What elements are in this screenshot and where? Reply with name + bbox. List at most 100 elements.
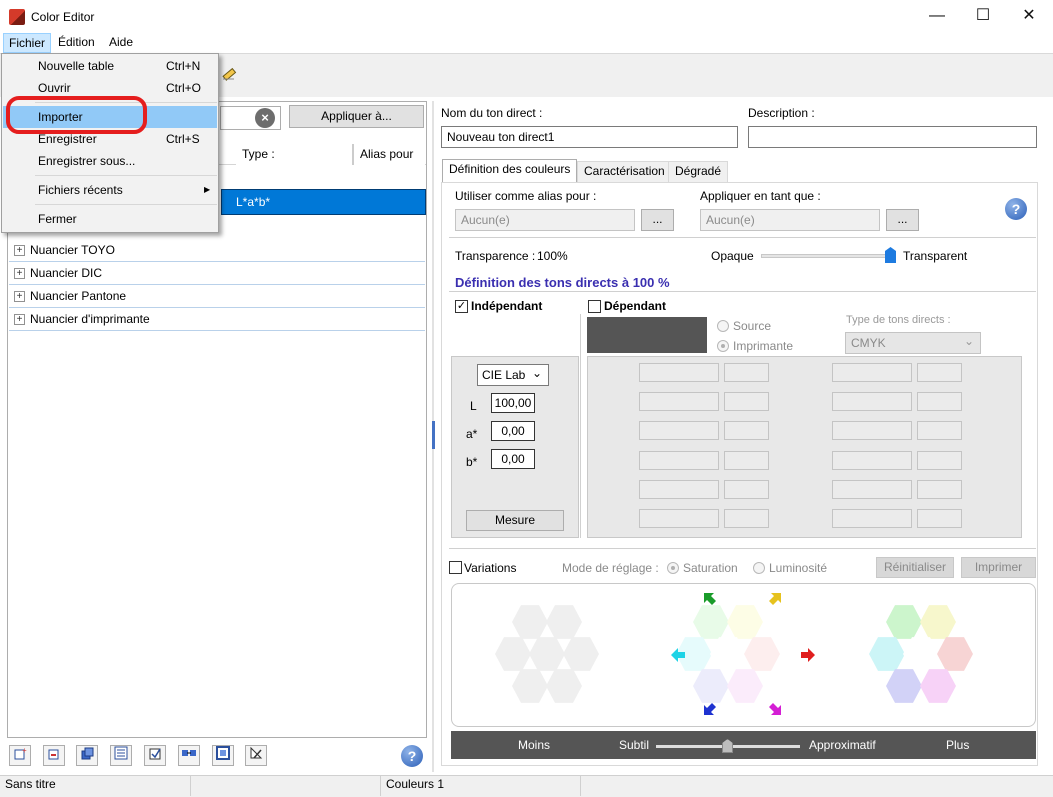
luminosity-radio[interactable]	[753, 562, 765, 574]
tree-item-pantone[interactable]: + Nuancier Pantone	[9, 285, 425, 308]
printer-radio[interactable]	[717, 340, 729, 352]
tab-gradient[interactable]: Dégradé	[668, 161, 729, 182]
menu-item-close[interactable]: Fermer	[3, 208, 217, 230]
source-label: Source	[733, 319, 772, 333]
saturation-radio[interactable]	[667, 562, 679, 574]
duplicate-icon[interactable]	[76, 745, 98, 766]
print-button[interactable]: Imprimer	[961, 557, 1036, 578]
edit-icon[interactable]	[245, 745, 267, 766]
list-view-icon[interactable]	[110, 745, 132, 766]
selected-color-row[interactable]: L*a*b*	[221, 189, 426, 215]
color-swatch	[587, 317, 707, 353]
variations-checkbox[interactable]	[449, 561, 462, 574]
menu-separator	[35, 204, 217, 205]
menu-item-new-table[interactable]: Nouvelle table Ctrl+N	[3, 55, 217, 77]
menu-item-save-as[interactable]: Enregistrer sous...	[3, 150, 217, 172]
submenu-arrow-icon: ▶	[204, 185, 211, 194]
dependent-checkbox[interactable]	[588, 300, 601, 313]
approx-label: Approximatif	[809, 738, 876, 752]
b-input[interactable]: 0,00	[491, 449, 535, 469]
magenta-arrow-icon	[769, 703, 781, 715]
close-button[interactable]: ✕	[1006, 0, 1052, 32]
yellow-arrow-icon	[769, 593, 781, 605]
pencil-icon[interactable]	[221, 63, 239, 81]
a-label: a*	[466, 427, 478, 441]
expand-icon[interactable]: +	[14, 291, 25, 302]
add-color-icon[interactable]: +	[9, 745, 31, 766]
frame-icon[interactable]	[212, 745, 234, 766]
menu-edition[interactable]: Édition	[53, 33, 100, 53]
status-empty	[191, 776, 381, 796]
tab-color-definition[interactable]: Définition des couleurs	[442, 159, 578, 183]
tree-item-toyo[interactable]: + Nuancier TOYO	[9, 239, 425, 262]
red-arrow-icon	[801, 648, 815, 662]
alias-select[interactable]: Aucun(e)	[455, 209, 635, 231]
variations-label: Variations	[464, 561, 517, 575]
tree-item-label: Nuancier Pantone	[30, 289, 127, 303]
blue-arrow-icon	[704, 703, 716, 715]
splitter-handle-icon[interactable]	[432, 421, 435, 449]
b-label: b*	[466, 455, 478, 469]
source-radio[interactable]	[717, 320, 729, 332]
tree-item-printer[interactable]: + Nuancier d'imprimante	[9, 308, 425, 331]
minimize-button[interactable]: —	[914, 0, 960, 32]
fine-label: Subtil	[619, 738, 650, 752]
apply-to-button[interactable]: Appliquer à...	[289, 105, 424, 128]
spot-type-label: Type de tons directs :	[846, 314, 951, 326]
menu-bar	[0, 33, 1053, 53]
mode-label: Mode de réglage :	[562, 561, 659, 575]
column-alias[interactable]: Alias pour	[353, 144, 425, 165]
status-count: Couleurs 1	[381, 776, 581, 796]
expand-icon[interactable]: +	[14, 245, 25, 256]
green-arrow-icon	[704, 593, 716, 605]
variation-slider[interactable]	[656, 739, 800, 753]
divider	[449, 237, 1036, 238]
color-space-select[interactable]: CIE Lab ⌄	[477, 364, 549, 386]
description-input[interactable]	[748, 126, 1037, 148]
expand-icon[interactable]: +	[14, 314, 25, 325]
tab-characterization[interactable]: Caractérisation	[577, 161, 672, 182]
window-title: Color Editor	[31, 10, 95, 24]
expand-icon[interactable]: +	[14, 268, 25, 279]
l-input[interactable]: 100,00	[491, 393, 535, 413]
menu-aide[interactable]: Aide	[104, 33, 138, 53]
measure-button[interactable]: Mesure	[466, 510, 564, 531]
column-type[interactable]: Type :	[236, 144, 353, 165]
menu-separator	[35, 175, 217, 176]
delete-color-icon[interactable]	[43, 745, 65, 766]
apply-as-select[interactable]: Aucun(e)	[700, 209, 880, 231]
l-label: L	[470, 399, 477, 413]
spot-name-label: Nom du ton direct :	[441, 106, 543, 120]
alias-browse-button[interactable]: ...	[641, 209, 674, 231]
spot-type-select[interactable]: CMYK ⌄	[845, 332, 981, 354]
menu-item-recent-files[interactable]: Fichiers récents ▶	[3, 179, 217, 201]
tree-item-label: Nuancier d'imprimante	[30, 312, 150, 326]
transparency-slider[interactable]	[761, 247, 896, 263]
color-space-value: CIE Lab	[482, 368, 526, 382]
more-label: Plus	[946, 738, 970, 752]
apply-as-browse-button[interactable]: ...	[886, 209, 919, 231]
check-icon[interactable]	[144, 745, 166, 766]
spot-type-value: CMYK	[851, 336, 886, 350]
independent-checkbox[interactable]: ✓	[455, 300, 468, 313]
description-label: Description :	[748, 106, 815, 120]
independent-label: Indépendant	[471, 299, 543, 313]
a-input[interactable]: 0,00	[491, 421, 535, 441]
tree-item-dic[interactable]: + Nuancier DIC	[9, 262, 425, 285]
menu-fichier[interactable]: Fichier	[3, 33, 52, 53]
dependent-label: Dépendant	[604, 299, 667, 313]
cyan-arrow-icon	[671, 648, 685, 662]
maximize-button[interactable]: ☐	[960, 0, 1006, 32]
saturation-label: Saturation	[683, 561, 738, 575]
clear-search-icon[interactable]: ×	[255, 108, 275, 128]
opaque-label: Opaque	[711, 249, 754, 263]
section-title: Définition des tons directs à 100 %	[455, 275, 670, 290]
status-document: Sans titre	[0, 776, 191, 796]
chevron-down-icon: ⌄	[963, 334, 974, 348]
help-icon[interactable]: ?	[1005, 198, 1027, 220]
spot-name-input[interactable]: Nouveau ton direct1	[441, 126, 738, 148]
divider	[449, 291, 1036, 292]
help-icon[interactable]: ?	[401, 745, 423, 767]
reset-button[interactable]: Réinitialiser	[876, 557, 954, 578]
link-icon[interactable]	[178, 745, 200, 766]
